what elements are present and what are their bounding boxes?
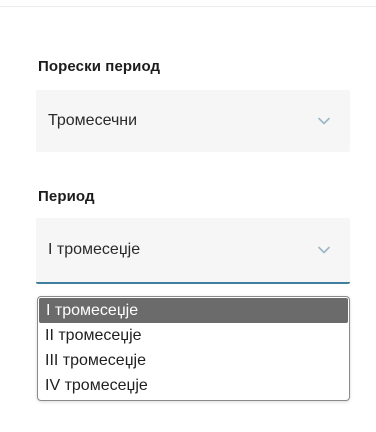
tax-period-selected-value: Тромесечни	[48, 112, 138, 129]
period-option-3[interactable]: III тромесеџје	[38, 348, 349, 373]
period-select[interactable]: I тромесеџје	[36, 218, 350, 284]
chevron-down-icon	[318, 117, 330, 125]
period-option-2[interactable]: II тромесеџје	[38, 323, 349, 348]
period-label: Период	[38, 188, 95, 205]
period-option-4[interactable]: IV тромесеџје	[38, 373, 349, 398]
tax-period-select[interactable]: Тромесечни	[36, 90, 350, 152]
tax-period-label: Порески период	[38, 58, 161, 75]
period-selected-value: I тромесеџје	[48, 241, 141, 258]
top-divider	[0, 6, 376, 7]
chevron-down-icon	[318, 246, 330, 254]
tax-form-panel: Порески период Тромесечни Период I троме…	[0, 0, 376, 432]
period-option-1[interactable]: I тромесеџје	[39, 298, 348, 323]
period-dropdown-list: I тромесеџје II тромесеџје III тромесеџј…	[37, 296, 350, 401]
